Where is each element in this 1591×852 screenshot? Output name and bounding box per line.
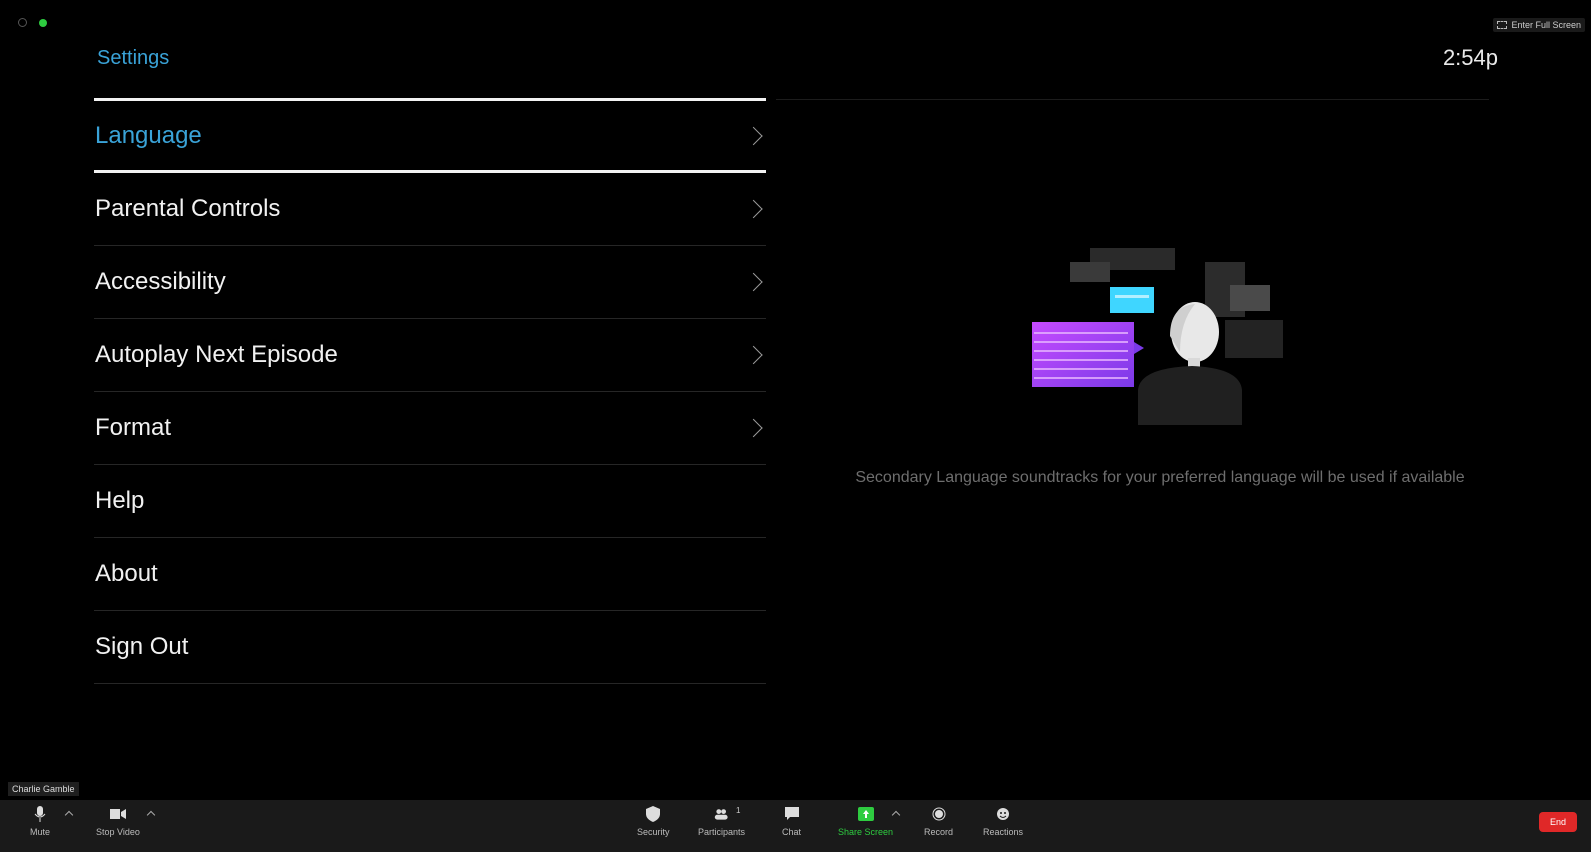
menu-item-format[interactable]: Format [94, 392, 766, 465]
chevron-up-icon[interactable] [64, 810, 74, 820]
chevron-up-icon[interactable] [146, 810, 156, 820]
microphone-icon [32, 806, 48, 822]
clock: 2:54p [1442, 45, 1498, 70]
record-label: Record [924, 827, 954, 837]
meeting-toolbar: Mute Stop Video Security Participants 1 … [0, 800, 1591, 852]
security-label: Security [637, 827, 670, 837]
video-camera-icon [109, 806, 126, 822]
menu-item-label: Autoplay Next Episode [95, 341, 338, 368]
shield-icon [645, 806, 661, 822]
fullscreen-icon [1497, 21, 1508, 29]
encryption-shield-icon[interactable] [39, 18, 47, 27]
menu-item-label: Sign Out [95, 633, 189, 660]
record-button[interactable]: Record [924, 806, 953, 837]
enter-full-screen-button[interactable]: Enter Full Screen [1493, 18, 1585, 32]
participants-label: Participants [698, 827, 746, 837]
chevron-right-icon [744, 199, 763, 219]
chevron-right-icon [744, 126, 763, 145]
menu-item-label: About [95, 560, 158, 587]
divider [776, 99, 1489, 100]
menu-item-parental-controls[interactable]: Parental Controls [94, 173, 766, 246]
chevron-right-icon [744, 418, 763, 438]
chat-label: Chat [782, 827, 802, 837]
mute-button[interactable]: Mute [30, 806, 50, 837]
stop-video-label: Stop Video [96, 827, 140, 837]
menu-item-language[interactable]: Language [94, 98, 766, 173]
share-screen-button[interactable]: Share Screen [838, 806, 893, 837]
security-button[interactable]: Security [637, 806, 670, 837]
mute-label: Mute [30, 827, 51, 837]
language-illustration [1032, 248, 1283, 425]
record-icon [931, 806, 947, 822]
window-controls [18, 18, 47, 27]
chat-icon [784, 806, 800, 822]
stop-video-button[interactable]: Stop Video [96, 806, 140, 837]
share-screen-label: Share Screen [838, 827, 894, 837]
menu-item-autoplay-next-episode[interactable]: Autoplay Next Episode [94, 319, 766, 392]
menu-item-label: Parental Controls [95, 195, 281, 222]
chevron-right-icon [744, 345, 763, 365]
menu-item-label: Format [95, 414, 172, 441]
menu-item-label: Accessibility [95, 268, 226, 295]
end-meeting-button[interactable]: End [1539, 812, 1577, 832]
share-screen-icon [857, 806, 874, 822]
smiley-icon [995, 806, 1011, 822]
enter-full-screen-label: Enter Full Screen [1511, 20, 1581, 30]
reactions-label: Reactions [983, 827, 1024, 837]
participant-name-tag: Charlie Gamble [8, 782, 79, 796]
participants-count: 1 [736, 806, 741, 815]
language-description: Secondary Language soundtracks for your … [855, 469, 1465, 486]
info-icon[interactable] [18, 18, 27, 27]
page-title: Settings [97, 47, 170, 69]
menu-item-help[interactable]: Help [94, 465, 766, 538]
participants-icon [714, 806, 730, 822]
chat-button[interactable]: Chat [782, 806, 801, 837]
menu-item-about[interactable]: About [94, 538, 766, 611]
menu-item-label: Help [95, 487, 145, 514]
reactions-button[interactable]: Reactions [983, 806, 1023, 837]
chevron-right-icon [744, 272, 763, 292]
menu-item-sign-out[interactable]: Sign Out [94, 611, 766, 684]
menu-item-label: Language [95, 121, 202, 149]
menu-item-accessibility[interactable]: Accessibility [94, 246, 766, 319]
settings-menu: Language Parental Controls Accessibility… [94, 98, 766, 684]
